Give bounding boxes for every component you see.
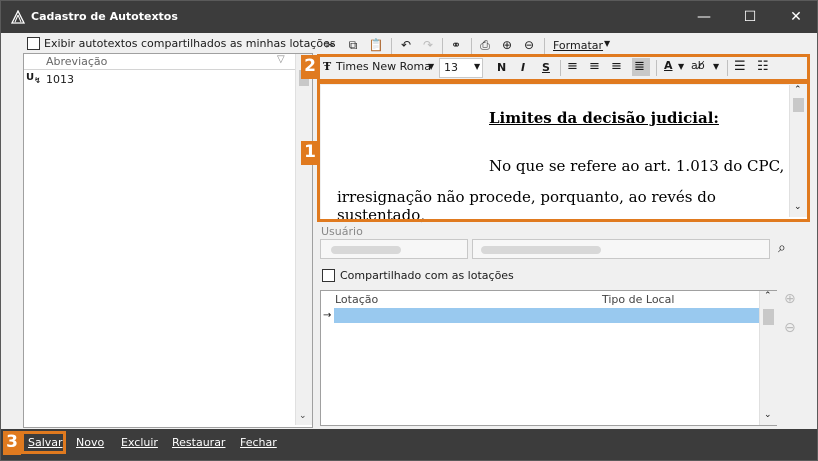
annotation-badge-3: 3 [3,431,21,455]
undo-icon[interactable]: ↶ [397,36,415,54]
grid-scroll-thumb[interactable] [763,309,774,325]
list-item[interactable]: U↯ 1013 [24,71,295,87]
window-title: Cadastro de Autotextos [31,10,178,23]
toolbar-divider [391,38,392,54]
paste-icon[interactable]: 📋 [367,36,385,54]
restore-button[interactable]: Restaurar [172,436,225,449]
shared-label: Compartilhado com as lotações [340,269,514,282]
zoom-in-icon[interactable]: ⊕ [498,36,516,54]
minimize-button[interactable]: — [681,1,727,33]
row-pointer-icon: → [323,310,332,321]
maximize-button[interactable]: ☐ [727,1,773,33]
sharing-grid: Lotação Tipo de Local → ⌃ ⌄ [320,290,777,426]
footer-bar: Salvar Novo Excluir Restaurar Fechar [1,429,817,460]
new-button[interactable]: Novo [76,436,104,449]
annotation-badge-2: 2 [301,55,319,79]
format-menu[interactable]: Formatar [553,39,603,52]
show-shared-checkbox[interactable] [27,37,40,50]
format-menu-chevron-icon[interactable]: ▼ [604,39,610,48]
zoom-out-icon[interactable]: ⊖ [520,36,538,54]
cut-icon[interactable]: ✂ [321,36,339,54]
shared-checkbox[interactable] [322,269,335,282]
user-id-field[interactable] [320,239,468,259]
grid-scrollbar[interactable]: ⌃ ⌄ [759,291,777,425]
highlight-box-toolbar [317,54,810,82]
toolbar-divider [471,38,472,54]
highlight-box-save [21,431,66,454]
column-header-tipo-local[interactable]: Tipo de Local [602,293,674,306]
highlight-box-editor [317,81,810,222]
list-item-label: 1013 [46,73,74,86]
autotext-list: Abreviação ▽ U↯ 1013 ⌄ [23,53,313,428]
list-scrollbar[interactable]: ⌄ [295,54,312,425]
scroll-up-icon[interactable]: ⌃ [764,291,772,301]
remove-location-icon[interactable]: ⊖ [784,320,796,336]
show-shared-label: Exibir autotextos compartilhados as minh… [44,37,336,50]
user-name-field[interactable] [472,239,770,259]
find-icon[interactable]: ⚭ [447,36,465,54]
annotation-badge-1: 1 [301,141,319,165]
autotext-window: Cadastro de Autotextos — ☐ ✕ Exibir auto… [0,0,818,461]
redacted-text [481,246,601,254]
toolbar-divider [544,38,545,54]
filter-icon[interactable]: ▽ [277,54,285,65]
table-row[interactable] [334,308,759,323]
app-icon [11,10,25,24]
column-header-abbreviation[interactable]: Abreviação [46,55,107,68]
column-header-lotacao[interactable]: Lotação [335,293,378,306]
scroll-down-icon[interactable]: ⌄ [764,410,772,420]
user-label: Usuário [321,225,363,238]
delete-button[interactable]: Excluir [121,436,158,449]
search-icon[interactable]: ⌕ [778,240,786,256]
print-icon[interactable]: ⎙ [476,36,494,54]
scroll-down-icon[interactable]: ⌄ [299,411,307,421]
list-header: Abreviação ▽ [24,54,295,70]
close-button[interactable]: Fechar [240,436,277,449]
close-window-button[interactable]: ✕ [773,1,818,33]
toolbar-divider [442,38,443,54]
add-location-icon[interactable]: ⊕ [784,291,796,307]
redo-icon[interactable]: ↷ [419,36,437,54]
copy-icon[interactable]: ⧉ [344,36,362,54]
user-autotext-icon: U↯ [26,72,41,85]
redacted-text [331,246,401,254]
title-bar: Cadastro de Autotextos — ☐ ✕ [1,1,817,33]
